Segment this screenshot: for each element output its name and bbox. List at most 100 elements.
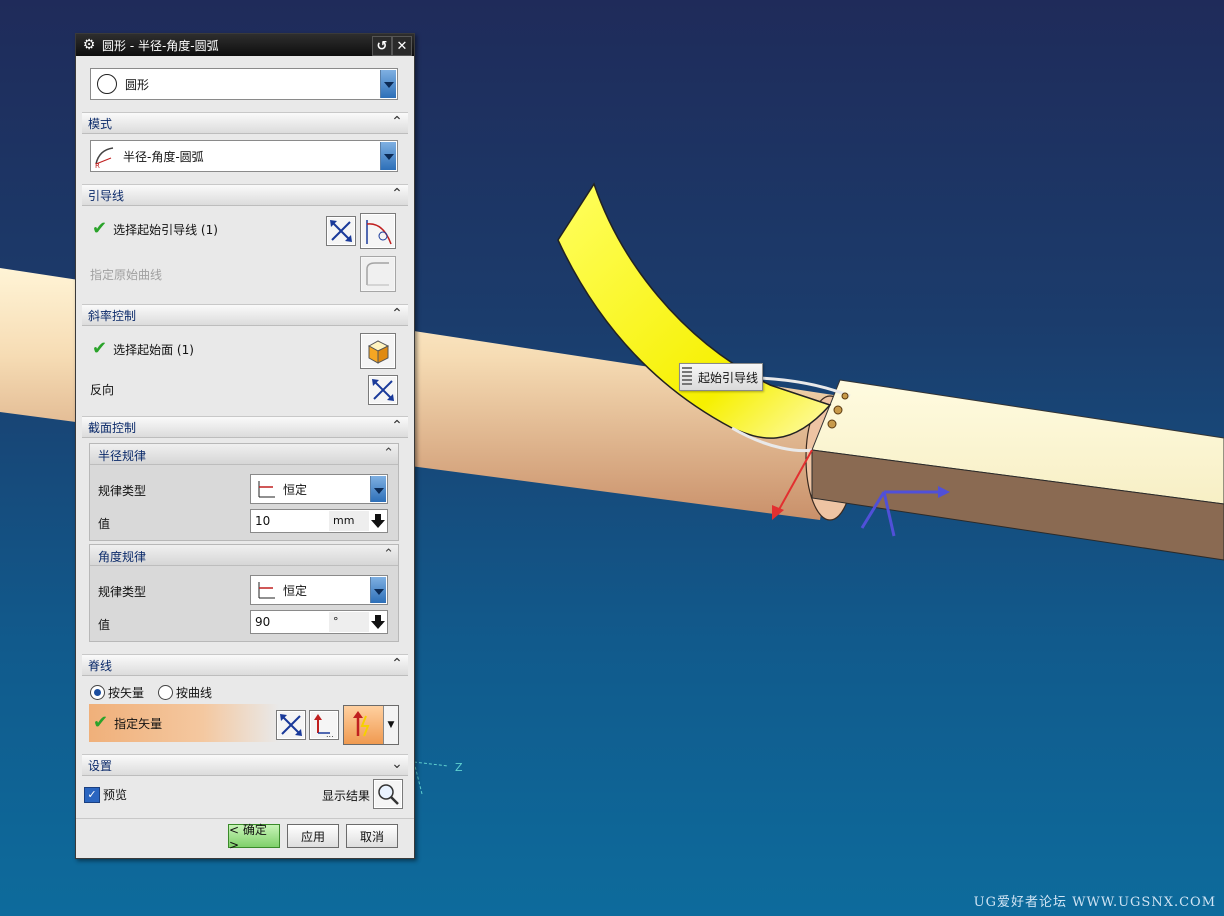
radio-by-vector-label: 按矢量: [108, 686, 145, 700]
section-settings-label: 设置: [88, 758, 113, 773]
specify-vector-label: 指定矢量: [114, 716, 163, 731]
chevron-up-icon[interactable]: ⌃: [390, 307, 404, 321]
tooltip-text: 起始引导线: [698, 370, 759, 385]
radius-value-label: 值: [98, 517, 111, 531]
angle-law-type-label: 规律类型: [98, 585, 147, 599]
constant-law-icon: [258, 582, 275, 599]
type-dropdown[interactable]: 圆形: [90, 68, 398, 100]
dialog-titlebar[interactable]: ⚙ 圆形 - 半径-角度-圆弧 ↺ ✕: [76, 34, 414, 56]
radius-value-field[interactable]: 10 mm: [250, 509, 388, 533]
reverse-vector-button[interactable]: [276, 710, 306, 740]
radius-law-type-dropdown[interactable]: 恒定: [250, 474, 388, 504]
watermark: UG爱好者论坛 WWW.UGSNX.COM: [973, 895, 1216, 910]
radius-unit: mm: [329, 511, 373, 531]
preview-checkbox[interactable]: ✓: [84, 786, 100, 803]
inferred-vector-button[interactable]: ▼: [343, 705, 399, 745]
section-slope[interactable]: 斜率控制 ⌃: [82, 304, 408, 326]
check-icon: ✔: [93, 712, 109, 733]
radius-angle-arc-icon: R: [95, 147, 114, 168]
section-guide-label: 引导线: [88, 188, 125, 203]
reverse-label: 反向: [90, 383, 115, 397]
angle-law-type-value: 恒定: [283, 583, 308, 598]
reverse-direction-icon: [372, 379, 394, 401]
guide-tooltip: 起始引导线: [679, 363, 764, 391]
magnifier-icon: [378, 784, 399, 805]
section-spine[interactable]: 脊线 ⌃: [82, 654, 408, 676]
radius-law-type-label: 规律类型: [98, 484, 147, 498]
reverse-direction-icon: [280, 714, 302, 736]
curve-rule-button[interactable]: [360, 213, 396, 249]
reverse-guide-button[interactable]: [326, 216, 356, 246]
radius-law-group: 半径规律 ⌃ 规律类型 恒定 值 10 mm: [89, 443, 399, 541]
circle-icon: [97, 74, 117, 94]
specify-original-curve-row: 指定原始曲线: [90, 266, 162, 283]
angle-value-field[interactable]: 90 °: [250, 610, 388, 634]
radius-law-label: 半径规律: [98, 449, 147, 463]
tooltip-grip[interactable]: [682, 367, 692, 385]
gear-icon[interactable]: ⚙: [80, 36, 98, 54]
radio-by-vector[interactable]: [90, 685, 105, 700]
radius-law-header[interactable]: 半径规律 ⌃: [90, 444, 398, 465]
specify-original-curve-label: 指定原始曲线: [90, 268, 163, 282]
chevron-up-icon[interactable]: ⌃: [383, 446, 394, 461]
cube-icon: [367, 340, 390, 364]
curve-icon: [366, 262, 389, 286]
section-control-label: 截面控制: [88, 420, 137, 435]
section-mode[interactable]: 模式 ⌃: [82, 112, 408, 134]
ok-button[interactable]: < 确定 >: [228, 823, 280, 852]
select-start-guide-label: 选择起始引导线 (1): [113, 222, 218, 237]
type-value: 圆形: [125, 77, 150, 92]
chevron-down-icon[interactable]: ▼: [383, 706, 398, 744]
specify-vector-row[interactable]: ✔ 指定矢量: [89, 704, 279, 742]
divider: [76, 818, 414, 819]
chevron-up-icon[interactable]: ⌃: [390, 419, 404, 433]
angle-unit: °: [329, 612, 373, 632]
vector-constructor-icon: ...: [314, 714, 334, 739]
section-section-control[interactable]: 截面控制 ⌃: [82, 416, 408, 438]
chevron-down-icon[interactable]: ⌄: [390, 757, 404, 771]
chevron-up-icon[interactable]: ⌃: [390, 115, 404, 129]
constant-law-icon: [258, 481, 275, 498]
reverse-face-button[interactable]: [368, 375, 398, 405]
cancel-button[interactable]: 取消: [346, 824, 398, 848]
dialog-title: 圆形 - 半径-角度-圆弧: [102, 38, 219, 53]
chevron-up-icon[interactable]: ⌃: [383, 547, 394, 562]
section-slope-label: 斜率控制: [88, 308, 137, 323]
arrow-down-icon[interactable]: [369, 510, 387, 532]
vector-dialog-button[interactable]: ...: [309, 710, 339, 740]
sweep-dialog: ⚙ 圆形 - 半径-角度-圆弧 ↺ ✕ 圆形 模式 ⌃ R 半径-角度-圆弧 引…: [75, 33, 415, 859]
select-start-face-row[interactable]: ✔ 选择起始面 (1): [92, 340, 194, 358]
chevron-down-icon[interactable]: [380, 142, 396, 170]
original-curve-button: [360, 256, 396, 292]
angle-law-group: 角度规律 ⌃ 规律类型 恒定 值 90 °: [89, 544, 399, 642]
apply-button[interactable]: 应用: [287, 824, 339, 848]
radio-by-curve[interactable]: [158, 685, 174, 700]
reset-icon[interactable]: ↺: [372, 36, 392, 56]
chevron-up-icon[interactable]: ⌃: [390, 187, 404, 201]
svg-text:...: ...: [326, 730, 334, 739]
show-result-button[interactable]: [373, 779, 403, 809]
mode-dropdown[interactable]: R 半径-角度-圆弧: [90, 140, 398, 172]
section-guide[interactable]: 引导线 ⌃: [82, 184, 408, 206]
select-start-guide-row[interactable]: ✔ 选择起始引导线 (1): [92, 220, 218, 238]
angle-law-type-dropdown[interactable]: 恒定: [250, 575, 388, 605]
chevron-down-icon[interactable]: [370, 476, 386, 502]
section-spine-label: 脊线: [88, 658, 113, 673]
reverse-direction-icon: [330, 220, 352, 242]
axis-z-label: Z: [455, 761, 463, 774]
angle-value-label: 值: [98, 618, 111, 632]
chevron-down-icon[interactable]: [380, 70, 396, 98]
curve-rule-icon: [366, 220, 392, 245]
face-select-button[interactable]: [360, 333, 396, 369]
angle-law-header[interactable]: 角度规律 ⌃: [90, 545, 398, 566]
spine-options: 按矢量 按曲线: [90, 684, 212, 701]
section-settings[interactable]: 设置 ⌄: [82, 754, 408, 776]
close-icon[interactable]: ✕: [392, 36, 412, 56]
show-result-label: 显示结果: [322, 789, 371, 803]
svg-text:R: R: [95, 162, 100, 168]
chevron-down-icon[interactable]: [370, 577, 386, 603]
rectangular-bar: [811, 379, 1224, 561]
arrow-down-icon[interactable]: [369, 611, 387, 633]
chevron-up-icon[interactable]: ⌃: [390, 657, 404, 671]
inferred-vector-icon: [353, 711, 370, 737]
